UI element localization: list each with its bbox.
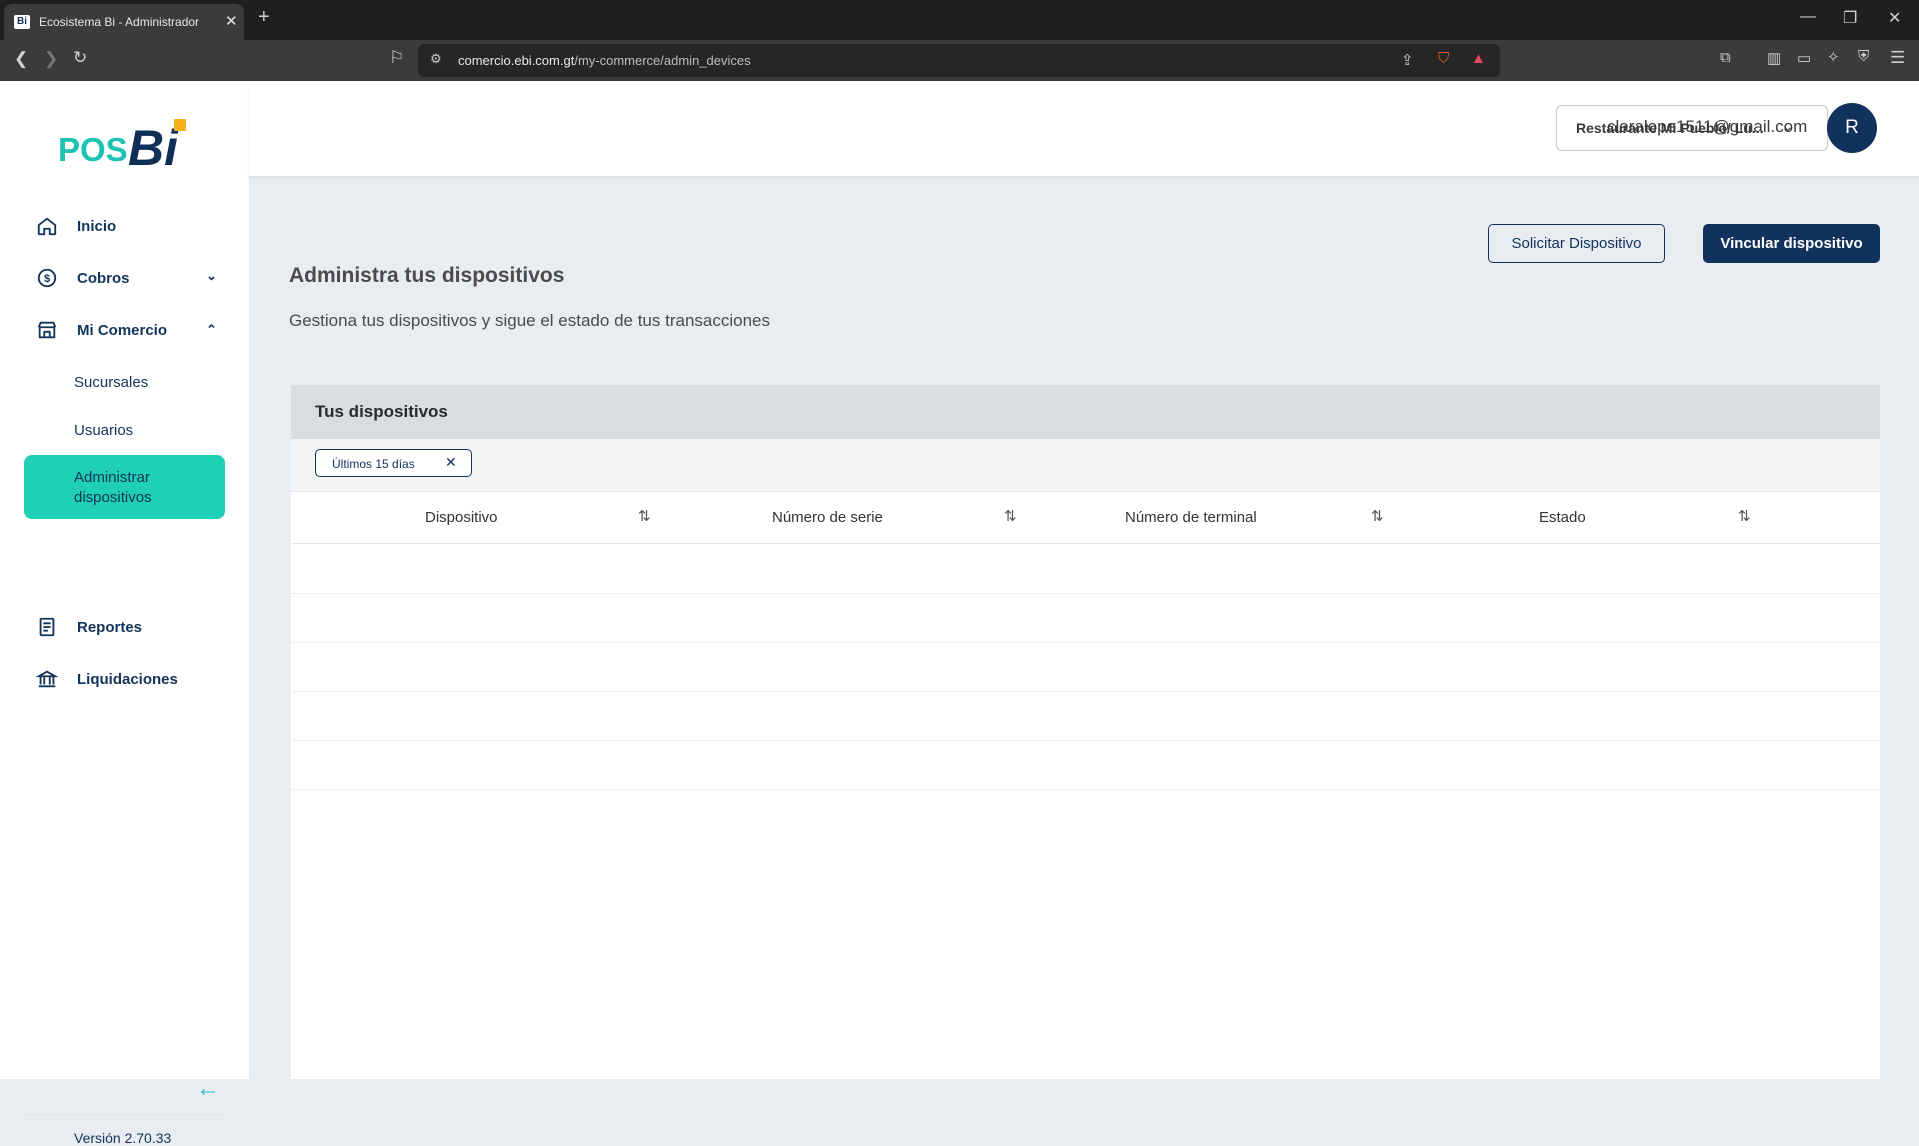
sidebar-item-administrar-dispositivos[interactable]: Administrar dispositivos: [24, 455, 225, 519]
vpn-icon[interactable]: ⛨: [1858, 48, 1869, 65]
tab-search-icon[interactable]: ⧉: [1720, 49, 1731, 66]
table-row: [291, 643, 1880, 692]
user-email: claralope1511@gmail.com: [1607, 117, 1808, 136]
collapse-sidebar-icon[interactable]: ←: [196, 1075, 220, 1103]
chevron-down-icon: ⌄: [206, 268, 217, 283]
browser-tab[interactable]: Bi Ecosistema Bi - Administrador ✕: [4, 4, 244, 40]
url-text: comercio.ebi.com.gt/my-commerce/admin_de…: [458, 53, 751, 68]
filter-bar: Últimos 15 días ✕: [291, 439, 1880, 491]
request-device-button[interactable]: Solicitar Dispositivo: [1488, 224, 1665, 263]
sidebar-item-usuarios[interactable]: Usuarios: [74, 422, 133, 439]
reports-icon: [39, 617, 55, 637]
remove-filter-icon[interactable]: ✕: [445, 454, 457, 471]
cobros-icon: $: [37, 268, 57, 288]
brave-shield-icon[interactable]: ⛉: [1438, 50, 1449, 67]
sidebar-divider: [24, 1114, 225, 1115]
site-info-icon[interactable]: ⚙: [430, 51, 442, 67]
logo-square: [174, 119, 186, 131]
chevron-up-icon: ⌃: [206, 322, 217, 337]
page-subtitle: Gestiona tus dispositivos y sigue el est…: [289, 311, 770, 330]
share-icon[interactable]: ⇪: [1401, 51, 1414, 69]
card-header: Tus dispositivos: [291, 385, 1880, 439]
bookmark-icon[interactable]: ⚐: [389, 48, 404, 68]
browser-toolbar: ❮ ❯ ↻ ⚐ ⚙ comercio.ebi.com.gt/my-commerc…: [0, 40, 1919, 81]
app-version: Versión 2.70.33: [74, 1130, 172, 1146]
sort-icon[interactable]: ⇅: [1004, 507, 1017, 525]
sidebar-item-cobros[interactable]: $ Cobros ⌄: [24, 254, 225, 304]
avatar[interactable]: R: [1827, 103, 1877, 153]
column-estado[interactable]: Estado: [1539, 509, 1586, 526]
restore-icon[interactable]: ❐: [1843, 8, 1857, 28]
page-title: Administra tus dispositivos: [289, 264, 565, 287]
tab-title: Ecosistema Bi - Administrador: [39, 15, 200, 29]
sidebar-toggle-icon[interactable]: ▥: [1767, 49, 1781, 67]
browser-tabbar: Bi Ecosistema Bi - Administrador ✕ + — ❐…: [0, 0, 1919, 40]
reload-icon[interactable]: ↻: [73, 48, 87, 68]
leo-ai-icon[interactable]: ✧: [1827, 48, 1840, 66]
home-icon: [37, 217, 57, 236]
column-numero-serie[interactable]: Número de serie: [772, 509, 883, 526]
table-row: [291, 594, 1880, 643]
close-window-icon[interactable]: ✕: [1888, 8, 1901, 28]
column-numero-terminal[interactable]: Número de terminal: [1125, 509, 1257, 526]
sort-icon[interactable]: ⇅: [638, 507, 651, 525]
sidebar: POS Bi Inicio $ Cobros ⌄ Mi Comercio ⌃ S…: [0, 81, 249, 1146]
new-tab-icon[interactable]: +: [258, 6, 270, 29]
favicon-icon: Bi: [14, 15, 30, 29]
link-device-button[interactable]: Vincular dispositivo: [1703, 224, 1880, 263]
sidebar-item-sucursales[interactable]: Sucursales: [74, 374, 148, 391]
menu-icon[interactable]: ☰: [1890, 48, 1905, 68]
devices-card: Tus dispositivos Últimos 15 días ✕ Dispo…: [291, 385, 1880, 1079]
bank-icon: [36, 670, 58, 688]
address-bar[interactable]: ⚙ comercio.ebi.com.gt/my-commerce/admin_…: [418, 44, 1500, 77]
sidebar-item-mi-comercio[interactable]: Mi Comercio ⌃: [24, 306, 225, 356]
sort-icon[interactable]: ⇅: [1371, 507, 1384, 525]
rewards-icon[interactable]: ▲: [1471, 50, 1486, 67]
minimize-icon[interactable]: —: [1800, 8, 1816, 26]
store-icon: [37, 321, 57, 339]
card-title: Tus dispositivos: [315, 402, 448, 421]
sidebar-item-inicio[interactable]: Inicio: [24, 202, 225, 252]
sidebar-item-reportes[interactable]: Reportes: [24, 603, 225, 653]
table-row: [291, 741, 1880, 790]
close-tab-icon[interactable]: ✕: [225, 12, 238, 30]
column-dispositivo[interactable]: Dispositivo: [425, 509, 498, 526]
table-header: Dispositivo ⇅ Número de serie ⇅ Número d…: [291, 491, 1880, 544]
forward-icon[interactable]: ❯: [44, 49, 58, 69]
pos-bi-logo[interactable]: POS Bi: [58, 119, 198, 179]
table-row: [291, 545, 1880, 594]
svg-text:$: $: [44, 273, 50, 285]
sidebar-item-liquidaciones[interactable]: Liquidaciones: [24, 655, 225, 705]
wallet-icon[interactable]: ▭: [1797, 49, 1811, 67]
table-row: [291, 692, 1880, 741]
back-icon[interactable]: ❮: [14, 49, 28, 69]
date-filter-chip[interactable]: Últimos 15 días ✕: [315, 449, 472, 477]
app-header: Restaurante Mi Pueblo/ Lu... ⌄ claralope…: [249, 81, 1919, 176]
sort-icon[interactable]: ⇅: [1738, 507, 1751, 525]
